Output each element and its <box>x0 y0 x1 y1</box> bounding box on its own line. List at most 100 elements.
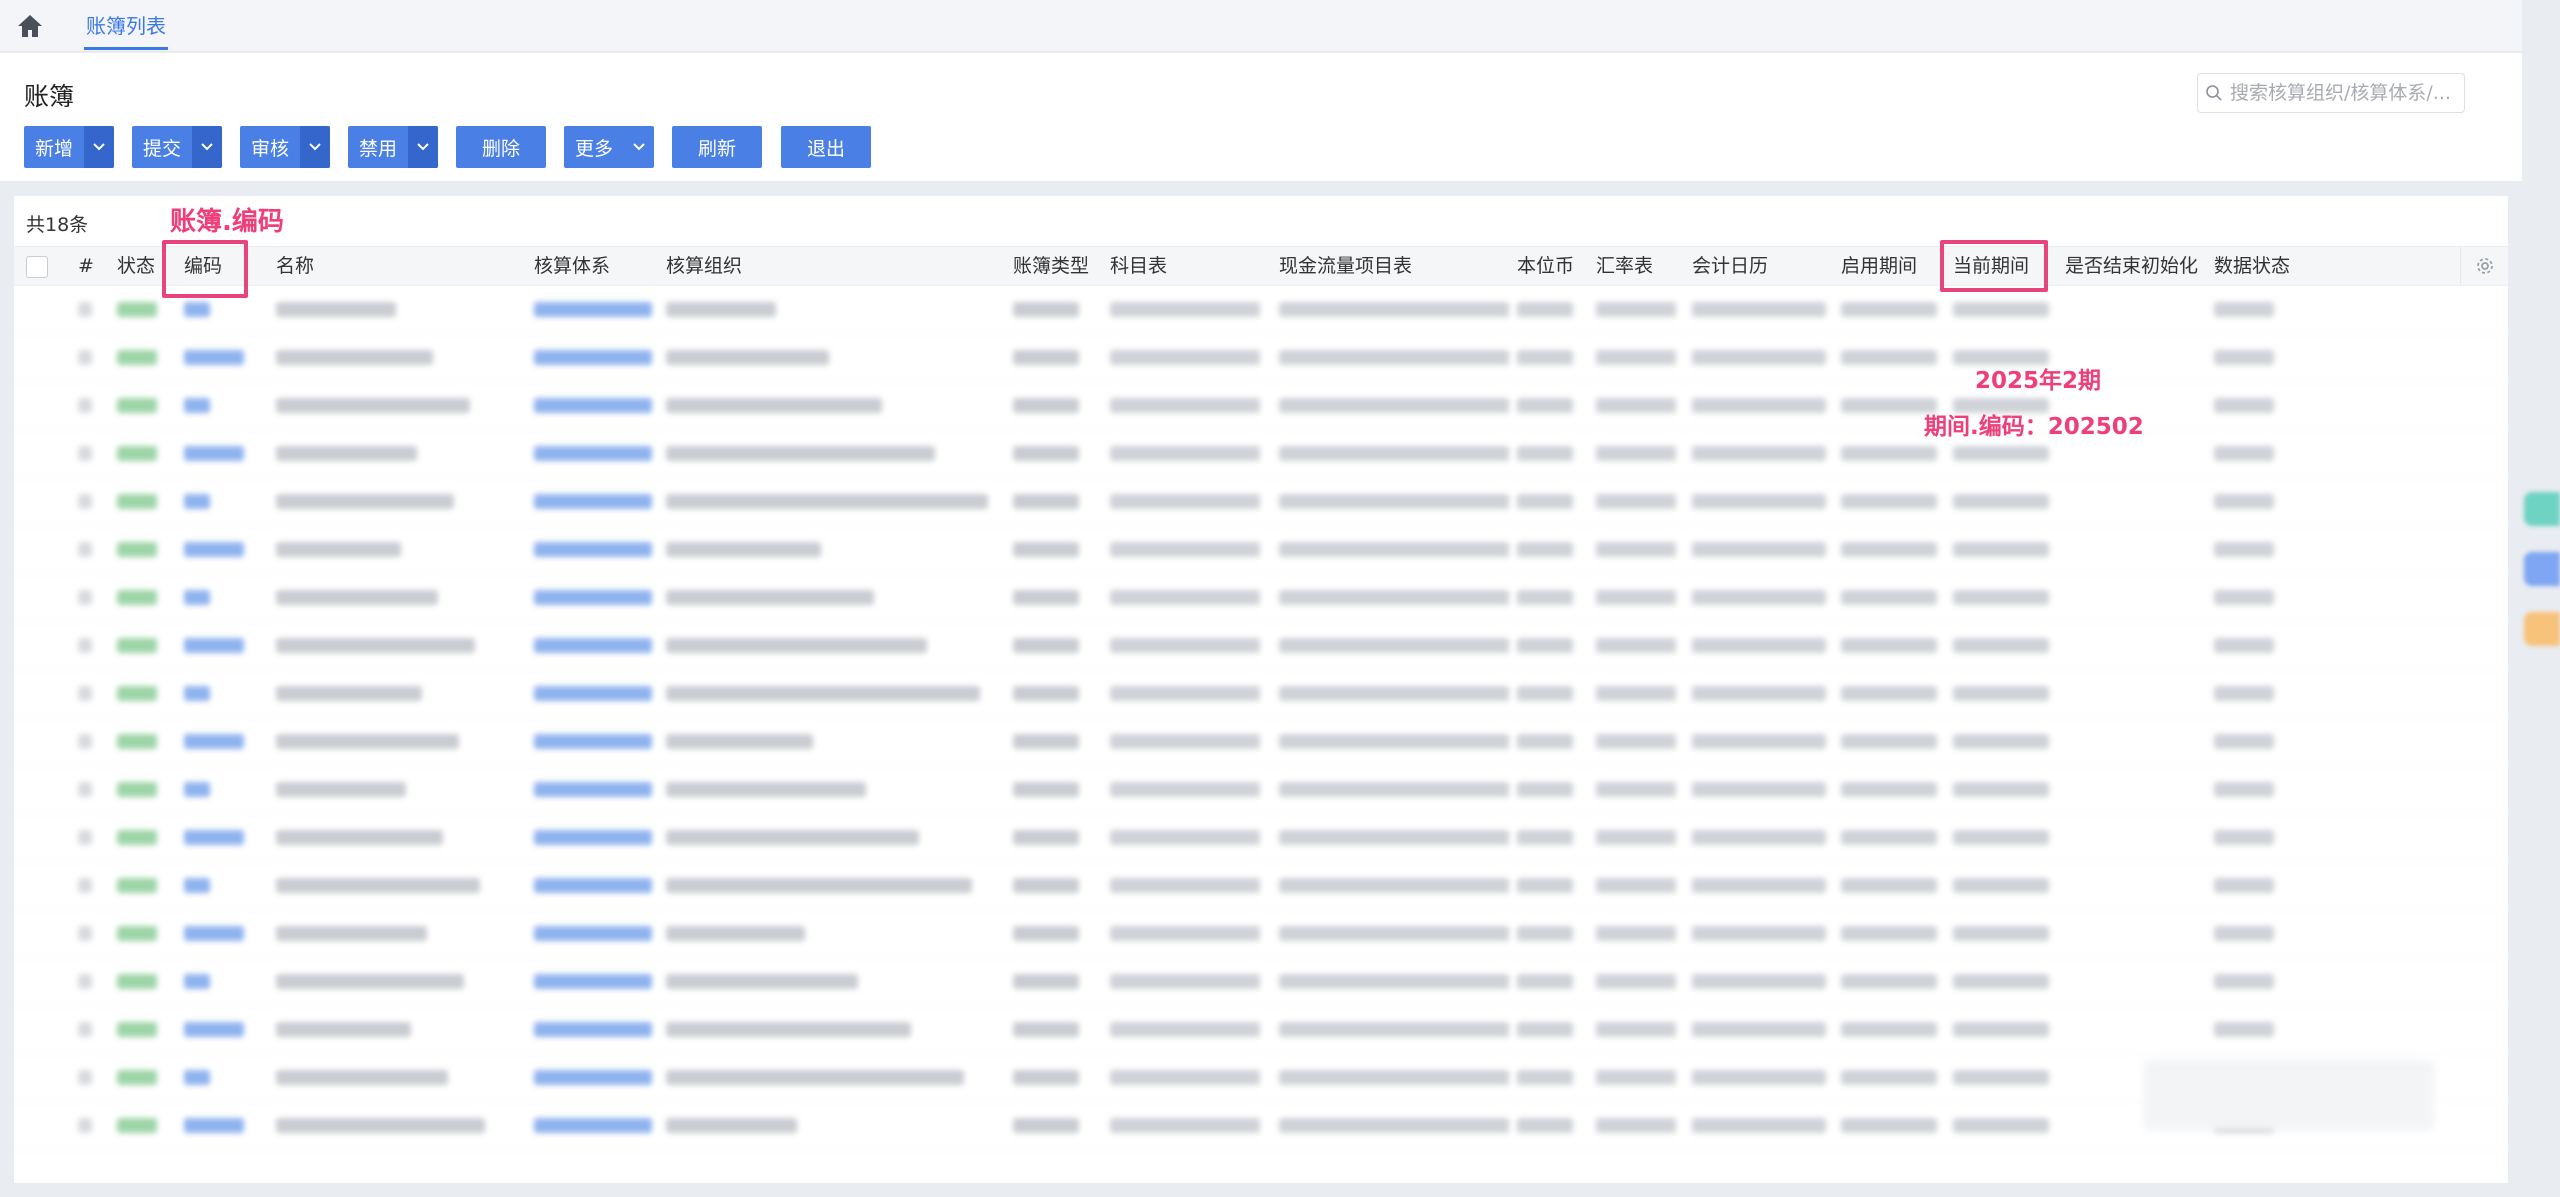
row-booktype-cell <box>1013 590 1079 605</box>
row-code-cell[interactable] <box>184 974 210 989</box>
row-code-cell[interactable] <box>184 1022 244 1037</box>
side-tab-orange[interactable] <box>2524 612 2560 646</box>
chevron-down-icon[interactable] <box>192 126 222 168</box>
disable-button[interactable]: 禁用 <box>348 126 438 168</box>
row-index-cell <box>78 926 92 941</box>
exit-button[interactable]: 退出 <box>781 126 871 168</box>
col-accounting-org[interactable]: 核算组织 <box>666 247 742 285</box>
table-row[interactable] <box>14 622 2508 670</box>
table-row[interactable] <box>14 574 2508 622</box>
row-system-cell[interactable] <box>534 830 652 845</box>
row-system-cell[interactable] <box>534 1118 652 1133</box>
row-system-cell[interactable] <box>534 494 652 509</box>
row-code-cell[interactable] <box>184 398 210 413</box>
table-row[interactable] <box>14 766 2508 814</box>
audit-button[interactable]: 审核 <box>240 126 330 168</box>
row-code-cell[interactable] <box>184 926 244 941</box>
table-row[interactable] <box>14 670 2508 718</box>
search-input[interactable] <box>2230 82 2456 104</box>
row-system-cell[interactable] <box>534 302 652 317</box>
table-row[interactable] <box>14 1054 2508 1102</box>
col-accounting-system[interactable]: 核算体系 <box>534 247 610 285</box>
row-code-cell[interactable] <box>184 830 244 845</box>
col-book-type[interactable]: 账簿类型 <box>1013 247 1089 285</box>
table-row[interactable] <box>14 814 2508 862</box>
table-row[interactable] <box>14 1006 2508 1054</box>
row-code-cell[interactable] <box>184 782 210 797</box>
row-system-cell[interactable] <box>534 1070 652 1085</box>
chevron-down-icon[interactable] <box>408 126 438 168</box>
table-row[interactable] <box>14 526 2508 574</box>
table-row[interactable] <box>14 286 2508 334</box>
row-code-cell[interactable] <box>184 302 210 317</box>
chevron-down-icon[interactable] <box>300 126 330 168</box>
row-name-cell <box>276 398 470 413</box>
table-row[interactable] <box>14 1102 2508 1150</box>
row-system-cell[interactable] <box>534 926 652 941</box>
col-status[interactable]: 状态 <box>117 247 155 285</box>
row-system-cell[interactable] <box>534 686 652 701</box>
table-row[interactable] <box>14 478 2508 526</box>
row-code-cell[interactable] <box>184 590 210 605</box>
column-settings-button[interactable] <box>2460 247 2508 285</box>
col-init-done[interactable]: 是否结束初始化 <box>2065 247 2198 285</box>
row-status-cell <box>117 350 157 365</box>
row-calendar-cell <box>1692 590 1826 605</box>
row-system-cell[interactable] <box>534 878 652 893</box>
row-index-cell <box>78 686 92 701</box>
chevron-down-icon[interactable] <box>84 126 114 168</box>
row-code-cell[interactable] <box>184 878 210 893</box>
more-button[interactable]: 更多 <box>564 126 654 168</box>
row-status-cell <box>117 1022 157 1037</box>
row-code-cell[interactable] <box>184 1118 244 1133</box>
row-system-cell[interactable] <box>534 590 652 605</box>
add-button[interactable]: 新增 <box>24 126 114 168</box>
col-start-period[interactable]: 启用期间 <box>1841 247 1917 285</box>
row-status-cell <box>117 1070 157 1085</box>
row-system-cell[interactable] <box>534 638 652 653</box>
table-row[interactable] <box>14 334 2508 382</box>
row-system-cell[interactable] <box>534 542 652 557</box>
row-code-cell[interactable] <box>184 1070 210 1085</box>
row-system-cell[interactable] <box>534 734 652 749</box>
submit-button[interactable]: 提交 <box>132 126 222 168</box>
row-system-cell[interactable] <box>534 350 652 365</box>
col-data-status[interactable]: 数据状态 <box>2214 247 2290 285</box>
table-row[interactable] <box>14 862 2508 910</box>
table-row[interactable] <box>14 910 2508 958</box>
table-row[interactable] <box>14 718 2508 766</box>
col-name[interactable]: 名称 <box>276 247 314 285</box>
row-code-cell[interactable] <box>184 734 244 749</box>
select-all-checkbox[interactable] <box>26 256 48 278</box>
tab-ledger-list[interactable]: 账簿列表 <box>84 10 168 50</box>
row-system-cell[interactable] <box>534 446 652 461</box>
side-tab-green[interactable] <box>2524 492 2560 526</box>
table-row[interactable] <box>14 958 2508 1006</box>
row-code-cell[interactable] <box>184 638 244 653</box>
row-cashflow-cell <box>1279 542 1509 557</box>
side-tab-blue[interactable] <box>2524 552 2560 586</box>
row-system-cell[interactable] <box>534 974 652 989</box>
col-cashflow-table[interactable]: 现金流量项目表 <box>1279 247 1412 285</box>
row-system-cell[interactable] <box>534 1022 652 1037</box>
search-box[interactable] <box>2197 73 2465 113</box>
row-code-cell[interactable] <box>184 446 244 461</box>
chevron-down-icon[interactable] <box>624 126 654 168</box>
delete-button[interactable]: 删除 <box>456 126 546 168</box>
row-system-cell[interactable] <box>534 782 652 797</box>
home-button[interactable] <box>14 12 46 40</box>
row-status-cell <box>117 878 157 893</box>
row-cashflow-cell <box>1279 830 1509 845</box>
col-currency[interactable]: 本位币 <box>1517 247 1574 285</box>
row-code-cell[interactable] <box>184 350 244 365</box>
col-rate-table[interactable]: 汇率表 <box>1596 247 1653 285</box>
row-code-cell[interactable] <box>184 542 244 557</box>
row-code-cell[interactable] <box>184 494 210 509</box>
row-org-cell <box>666 590 874 605</box>
row-name-cell <box>276 494 454 509</box>
col-calendar[interactable]: 会计日历 <box>1692 247 1768 285</box>
refresh-button[interactable]: 刷新 <box>672 126 762 168</box>
row-system-cell[interactable] <box>534 398 652 413</box>
col-account-chart[interactable]: 科目表 <box>1110 247 1167 285</box>
row-code-cell[interactable] <box>184 686 210 701</box>
